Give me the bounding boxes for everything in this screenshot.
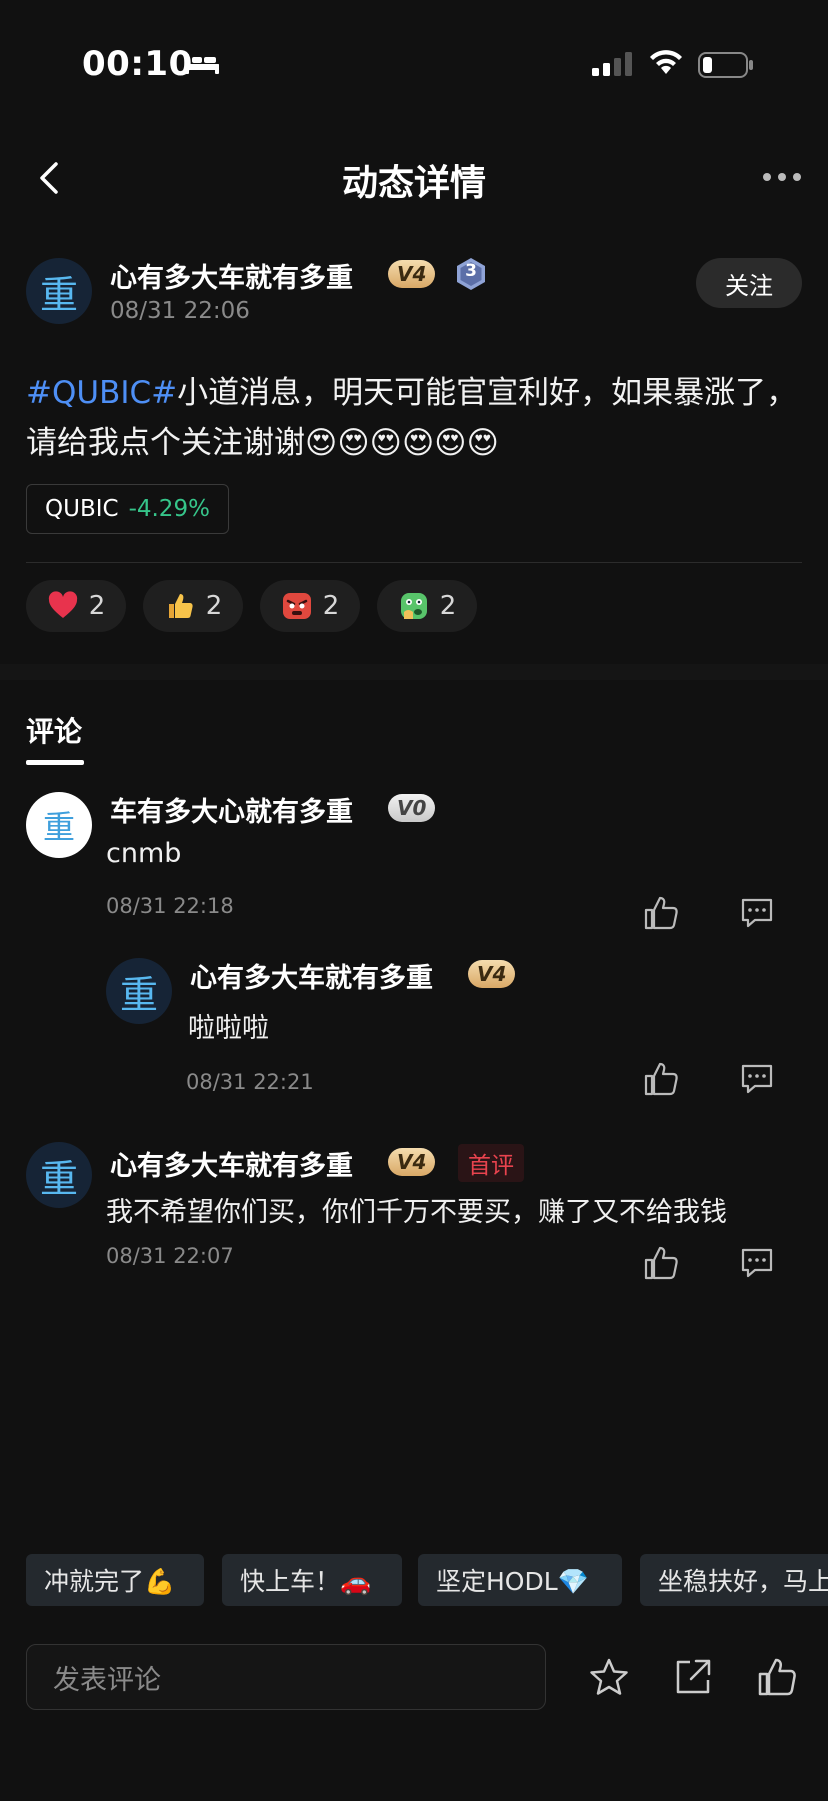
comment-time: 08/31 22:21 (186, 1070, 314, 1094)
ticker-chip[interactable]: QUBIC -4.29% (26, 484, 229, 534)
more-options-icon[interactable] (760, 162, 804, 192)
level-number: 3 (465, 261, 477, 281)
angry-face-icon (282, 593, 311, 619)
comment-text: 啦啦啦 (188, 1013, 269, 1044)
comment-time: 08/31 22:18 (106, 894, 234, 918)
quick-reply-chip[interactable]: 快上车！🚗 (222, 1554, 402, 1606)
reply-icon[interactable] (738, 894, 776, 932)
follow-button[interactable]: 关注 (696, 258, 802, 308)
star-icon[interactable] (588, 1656, 630, 1698)
comment-author[interactable]: 心有多大车就有多重 (190, 956, 433, 995)
tab-underline (26, 760, 84, 765)
author-name[interactable]: 心有多大车就有多重 (110, 256, 353, 295)
ticker-symbol: QUBIC (45, 496, 119, 522)
ticker-change: -4.29% (128, 496, 210, 522)
sleep-mode-icon (185, 54, 219, 74)
tab-comments[interactable]: 评论 (26, 710, 82, 750)
avatar[interactable]: 重 (26, 1142, 92, 1208)
like-icon[interactable] (642, 1060, 680, 1098)
post-text: #QUBIC#小道消息，明天可能官宣利好，如果暴涨了，请给我点个关注谢谢😍😍😍😍… (26, 368, 802, 468)
reaction-heart[interactable]: 2 (26, 580, 126, 632)
vip-badge: V4 (388, 260, 436, 288)
reaction-count: 2 (88, 591, 106, 621)
heart-icon (48, 591, 77, 618)
reaction-thumbs-up[interactable]: 2 (143, 580, 243, 632)
hashtag-link[interactable]: #QUBIC# (26, 375, 177, 411)
like-icon[interactable] (756, 1656, 798, 1698)
vip-badge: V4 (388, 1148, 436, 1176)
comment-text: cnmb (106, 838, 182, 869)
section-separator (0, 664, 828, 680)
quick-reply-chip[interactable]: 坚定HODL💎 (418, 1554, 622, 1606)
vip-badge: V4 (468, 960, 516, 988)
comment-author[interactable]: 心有多大车就有多重 (110, 1144, 353, 1183)
reaction-count: 2 (205, 591, 223, 621)
comment-author[interactable]: 车有多大心就有多重 (110, 790, 353, 829)
reaction-count: 2 (439, 591, 457, 621)
signal-icon (592, 52, 632, 76)
reaction-count: 2 (322, 591, 340, 621)
battery-icon (698, 52, 753, 78)
thumbs-up-emoji-icon (168, 594, 193, 618)
quick-reply-chip[interactable]: 坐稳扶好，马上 (640, 1554, 828, 1606)
avatar[interactable]: 重 (106, 958, 172, 1024)
status-bar: 00:10 (0, 0, 828, 130)
share-icon[interactable] (672, 1656, 714, 1698)
wifi-icon (650, 50, 682, 74)
reaction-sick[interactable]: 2 (377, 580, 477, 632)
comment-text: 我不希望你们买，你们千万不要买，赚了又不给我钱 (106, 1197, 727, 1228)
reply-icon[interactable] (738, 1244, 776, 1282)
author-avatar[interactable]: 重 (26, 258, 92, 324)
level-badge: 3 (454, 257, 488, 291)
divider (26, 562, 802, 563)
sick-face-icon (400, 593, 427, 619)
status-time: 00:10 (82, 44, 193, 84)
reaction-angry[interactable]: 2 (260, 580, 360, 632)
nav-bar: 动态详情 (0, 140, 828, 216)
vip-badge: V0 (388, 794, 436, 822)
quick-reply-chip[interactable]: 冲就完了💪 (26, 1554, 204, 1606)
comment-time: 08/31 22:07 (106, 1244, 234, 1268)
like-icon[interactable] (642, 1244, 680, 1282)
first-comment-tag: 首评 (458, 1144, 524, 1182)
post-time: 08/31 22:06 (110, 298, 250, 324)
page-title: 动态详情 (341, 163, 486, 204)
like-icon[interactable] (642, 894, 680, 932)
reply-icon[interactable] (738, 1060, 776, 1098)
comment-input[interactable]: 发表评论 (26, 1644, 546, 1710)
avatar[interactable]: 重 (26, 792, 92, 858)
